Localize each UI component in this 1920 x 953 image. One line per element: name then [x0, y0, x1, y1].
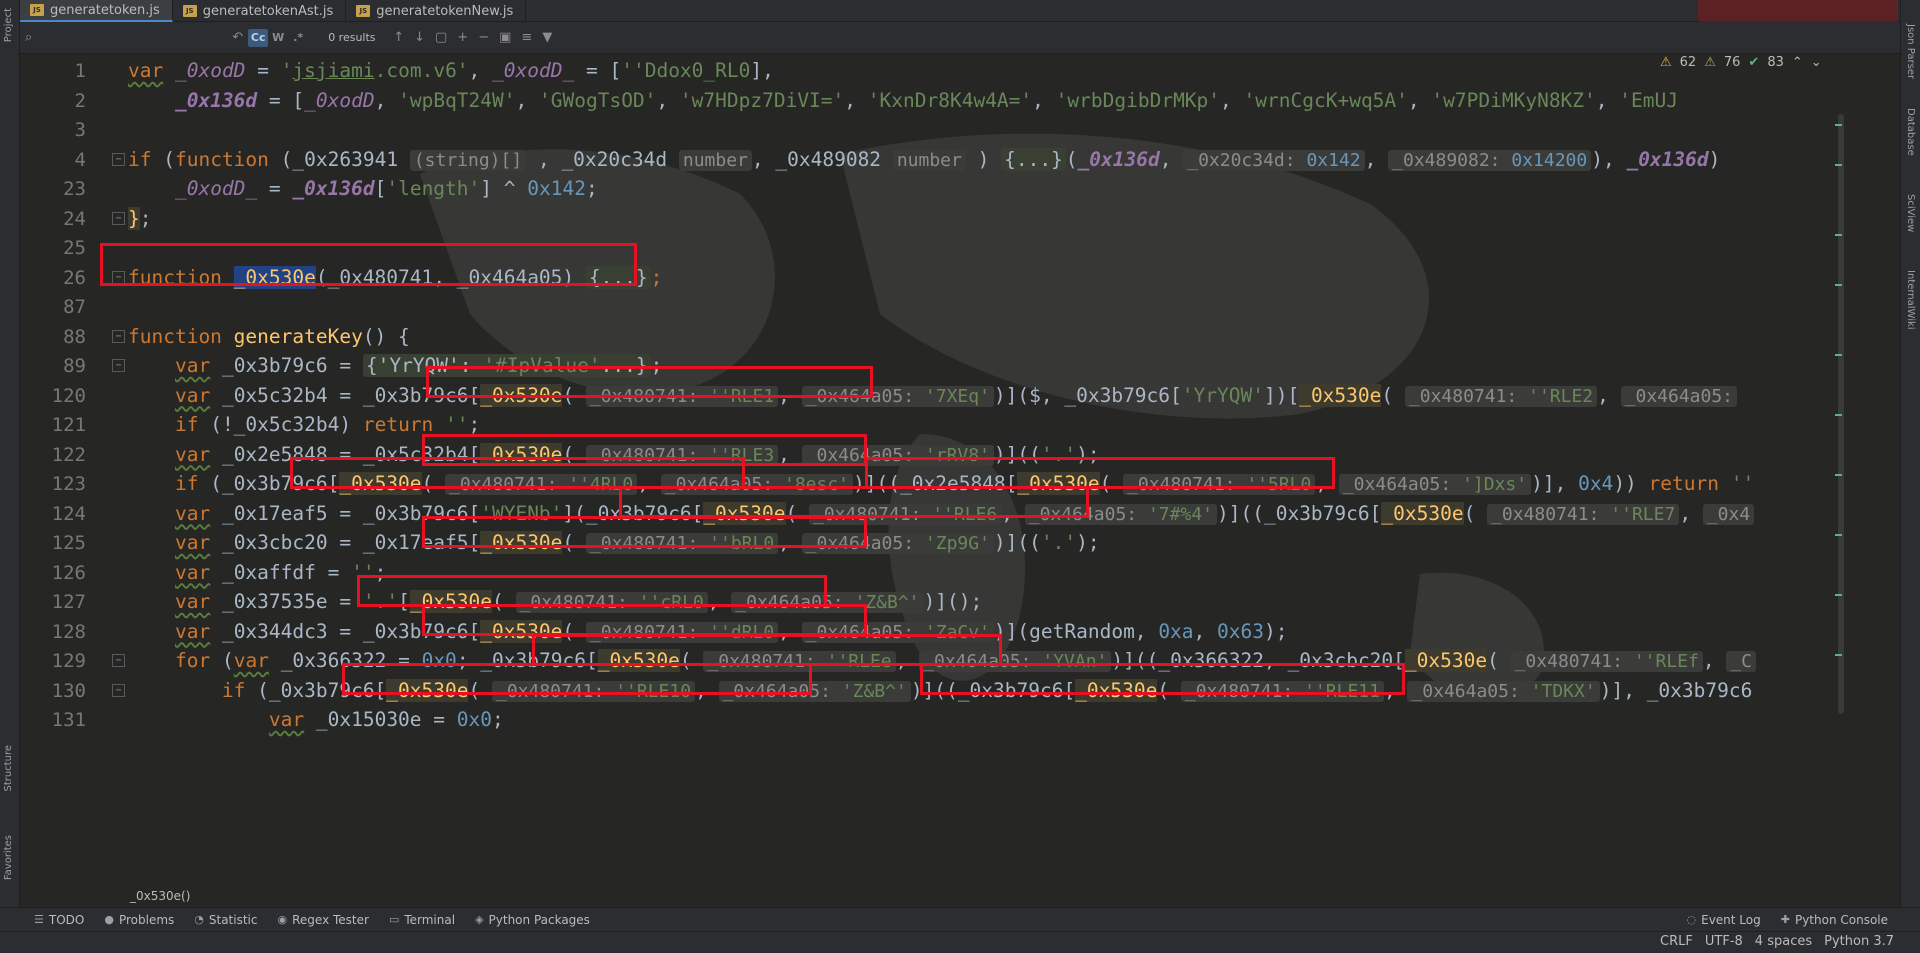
terminal-icon: ▭ [388, 913, 400, 926]
check-icon: ✔ [1748, 55, 1760, 70]
event-log-tool-button[interactable]: ◌ Event Log [1677, 913, 1771, 927]
fold-toggle-icon[interactable]: − [112, 654, 125, 667]
left-tool-strip: Project Structure Favorites [0, 0, 20, 907]
tab-label: generatetoken.js [50, 2, 160, 18]
previous-occurrence-icon[interactable]: ↑ [388, 30, 409, 45]
event-log-icon: ◌ [1686, 913, 1697, 926]
tab-label: generatetokenNew.js [376, 3, 514, 19]
json-parser-tool-button[interactable]: Json Parser [1905, 24, 1916, 79]
statistic-icon: ◔ [194, 913, 204, 926]
terminal-tool-button[interactable]: ▭ Terminal [379, 913, 465, 927]
fold-toggle-icon[interactable]: − [112, 359, 125, 372]
tab-generatetoken-new[interactable]: JS generatetokenNew.js [346, 0, 527, 22]
tool-label: Statistic [208, 912, 258, 927]
next-occurrence-icon[interactable]: ↓ [409, 30, 430, 45]
js-file-icon: JS [30, 4, 44, 16]
tool-label: Terminal [404, 912, 456, 927]
right-tool-strip: Json Parser Database SciView InternalWik… [1900, 0, 1920, 907]
chevron-up-icon[interactable]: ⌃ [1792, 55, 1803, 70]
python-icon: ✚ [1780, 913, 1790, 926]
regex-toggle[interactable]: .* [288, 29, 308, 47]
tool-label: Problems [118, 912, 175, 927]
ok-count: 83 [1767, 55, 1784, 70]
filter-icon[interactable]: ▼ [537, 30, 557, 45]
regex-tester-tool-button[interactable]: ◉ Regex Tester [267, 913, 378, 927]
multiline-icon[interactable]: ≡ [516, 30, 537, 45]
line-separator-widget[interactable]: CRLF [1660, 934, 1693, 949]
js-file-icon: JS [356, 5, 371, 17]
select-all-icon[interactable]: ▢ [430, 30, 452, 45]
scrollbar-marker [1835, 414, 1842, 416]
scrollbar-marker [1835, 354, 1842, 356]
scrollbar-marker [1835, 124, 1842, 126]
toggle-selection-icon[interactable]: ▣ [494, 30, 516, 45]
inspection-widget[interactable]: ⚠ 62 ⚠ 76 ✔ 83 ⌃ ⌄ [1660, 55, 1822, 70]
add-occurrence-icon[interactable]: + [452, 30, 473, 45]
remove-occurrence-icon[interactable]: − [473, 30, 494, 45]
wiki-tool-button[interactable]: InternalWiki [1905, 270, 1916, 330]
search-results-count: 0 results [328, 31, 376, 44]
tool-label: Python Packages [488, 912, 590, 927]
line-number: 131 [51, 709, 86, 731]
indent-widget[interactable]: 4 spaces [1755, 934, 1812, 949]
tool-label: TODO [48, 912, 85, 927]
search-icon[interactable]: ⌕ [20, 30, 37, 45]
match-case-toggle[interactable]: Cc [248, 28, 269, 47]
fold-toggle-icon[interactable]: − [112, 270, 125, 284]
problems-tool-button[interactable]: ● Problems [94, 913, 184, 927]
whole-word-toggle[interactable]: W [268, 29, 288, 47]
encoding-widget[interactable]: UTF-8 [1705, 934, 1743, 949]
tool-window-bar: ☰ TODO ● Problems ◔ Statistic ◉ Regex Te… [0, 907, 1920, 931]
warning-count: 62 [1679, 55, 1697, 70]
scrollbar-marker [1835, 654, 1842, 656]
editor-tab-bar: JS generatetoken.js JS generatetokenAst.… [20, 0, 1900, 22]
package-icon: ◈ [475, 913, 484, 926]
list-icon: ☰ [34, 913, 44, 926]
sciview-tool-button[interactable]: SciView [1905, 194, 1916, 232]
favorites-tool-button[interactable]: Favorites [3, 835, 14, 880]
find-bar: ⌕ ↶ Cc W .* 0 results ↑ ↓ ▢ + − ▣ ≡ ▼ [20, 22, 1900, 54]
tab-generatetoken[interactable]: JS generatetoken.js [20, 0, 173, 22]
chevron-down-icon[interactable]: ⌄ [1811, 55, 1822, 70]
scrollbar-marker [1835, 164, 1842, 166]
regex-icon: ◉ [277, 913, 288, 926]
tool-label: Regex Tester [292, 912, 369, 927]
js-file-icon: JS [182, 5, 197, 17]
weak-warning-count: 76 [1723, 55, 1741, 70]
scrollbar-marker [1835, 534, 1842, 536]
fold-toggle-icon[interactable]: − [112, 329, 125, 343]
scrollbar-marker [1835, 284, 1842, 286]
weak-warning-icon: ⚠ [1704, 55, 1716, 70]
python-packages-tool-button[interactable]: ◈ Python Packages [465, 913, 600, 927]
tool-label: Python Console [1794, 912, 1888, 927]
python-console-tool-button[interactable]: ✚ Python Console [1771, 913, 1898, 927]
code-line[interactable]: 131 var _0x15030e = 0x0; [20, 702, 1860, 738]
tab-generatetoken-ast[interactable]: JS generatetokenAst.js [173, 0, 347, 22]
statistic-tool-button[interactable]: ◔ Statistic [184, 913, 267, 927]
scrollbar-marker [1835, 594, 1842, 596]
code-editor[interactable]: 1 var _0xodD = 'jsjiami.com.v6', _0xodD_ … [20, 54, 1900, 907]
scrollbar-marker [1835, 234, 1842, 236]
structure-tool-button[interactable]: Structure [3, 745, 14, 792]
fold-toggle-icon[interactable]: − [112, 211, 125, 225]
fold-toggle-icon[interactable]: − [112, 683, 125, 697]
scrollbar-marker [1835, 474, 1842, 476]
database-tool-button[interactable]: Database [1905, 108, 1916, 156]
tab-label: generatetokenAst.js [202, 3, 334, 19]
tool-label: Event Log [1701, 912, 1761, 927]
project-tool-button[interactable]: Project [3, 8, 14, 42]
code-text: var _0x15030e = 0x0; [268, 708, 504, 731]
breadcrumb[interactable]: _0x530e() [130, 889, 190, 903]
interpreter-widget[interactable]: Python 3.7 [1824, 934, 1894, 949]
status-bar: CRLF UTF-8 4 spaces Python 3.7 [0, 931, 1920, 953]
fold-toggle-icon[interactable]: − [112, 152, 125, 166]
warning-icon: ⚠ [1660, 55, 1672, 70]
history-icon[interactable]: ↶ [227, 30, 248, 45]
info-icon: ● [104, 913, 114, 926]
todo-tool-button[interactable]: ☰ TODO [24, 913, 94, 927]
